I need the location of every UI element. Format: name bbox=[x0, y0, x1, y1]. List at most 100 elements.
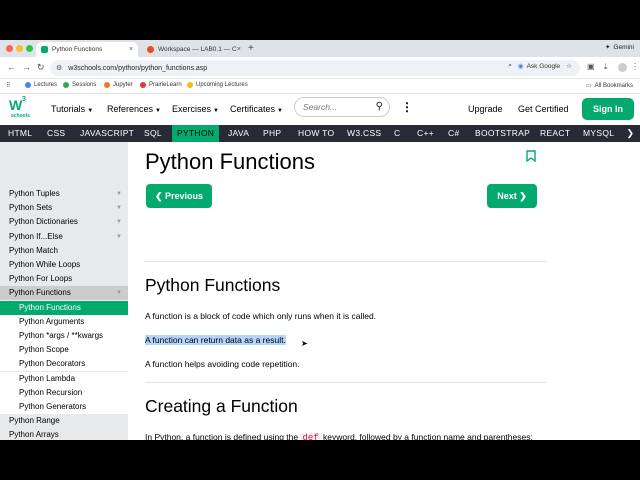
topnav-python[interactable]: PYTHON bbox=[172, 125, 220, 142]
sidebar-item[interactable]: Python Range bbox=[0, 414, 128, 428]
bookmark-star-icon[interactable]: ☆ bbox=[566, 62, 572, 70]
extensions-icon[interactable]: ▣ bbox=[587, 62, 595, 71]
nav-exercises[interactable]: Exercises ▼ bbox=[172, 104, 219, 114]
sidebar-item[interactable]: Python Scope bbox=[0, 343, 128, 358]
tab-strip: Python Functions × Workspace — LAB0.1 — … bbox=[0, 40, 640, 57]
sidebar-item-label: Python Sets bbox=[9, 203, 53, 213]
topnav-mysql[interactable]: MYSQL bbox=[583, 125, 614, 142]
sidebar-item[interactable]: Python If...Else ▼ bbox=[0, 230, 128, 244]
tab-python-functions[interactable]: Python Functions × bbox=[36, 42, 138, 57]
sidebar-item[interactable]: Python While Loops bbox=[0, 258, 128, 272]
sidebar-item[interactable]: Python Functions ▼ bbox=[0, 286, 128, 301]
sidebar-item[interactable]: Python Match bbox=[0, 244, 128, 258]
sign-in-button[interactable]: Sign In bbox=[582, 98, 634, 120]
search-icon[interactable]: ⚲ bbox=[376, 101, 383, 112]
section-title-creating: Creating a Function bbox=[145, 396, 298, 416]
sidebar-item-label: Python Arguments bbox=[19, 316, 85, 326]
sidebar-item[interactable]: Python Generators bbox=[0, 400, 128, 414]
sidebar-item[interactable]: Python Arguments bbox=[0, 314, 128, 329]
bookmark-upcoming-lectures[interactable]: Upcoming Lectures bbox=[187, 82, 248, 88]
expand-chevron-icon[interactable]: ▼ bbox=[116, 201, 122, 215]
address-bar[interactable]: ⚙ w3schools.com/python/python_functions.… bbox=[50, 60, 580, 76]
topnav-sql[interactable]: SQL bbox=[144, 125, 162, 142]
sidebar-item[interactable]: Python Recursion bbox=[0, 385, 128, 400]
topnav-javascript[interactable]: JAVASCRIPT bbox=[80, 125, 134, 142]
sidebar-item[interactable]: Python Functions bbox=[0, 300, 128, 315]
expand-chevron-icon[interactable]: ▼ bbox=[116, 215, 122, 229]
topnav-react[interactable]: REACT bbox=[540, 125, 570, 142]
bookmark-lectures[interactable]: Lectures bbox=[25, 82, 57, 88]
ask-google-button[interactable]: ◉ Ask Google bbox=[518, 62, 560, 71]
get-certified-link[interactable]: Get Certified bbox=[518, 104, 569, 114]
nav-certificates[interactable]: Certificates ▼ bbox=[230, 104, 283, 114]
def-keyword[interactable]: def bbox=[300, 433, 321, 440]
all-bookmarks[interactable]: ▭ All Bookmarks bbox=[586, 82, 633, 90]
topnav-css[interactable]: CSS bbox=[47, 125, 65, 142]
sidebar-item-label: Python *args / **kwargs bbox=[19, 331, 104, 340]
topnav-w3css[interactable]: W3.CSS bbox=[347, 125, 381, 142]
bookmark-icon[interactable] bbox=[526, 150, 536, 162]
sidebar-item[interactable]: Python Lambda bbox=[0, 371, 128, 386]
close-tab-icon[interactable]: × bbox=[237, 46, 241, 53]
close-window-button[interactable] bbox=[6, 45, 13, 52]
forward-arrow-icon[interactable]: → bbox=[22, 62, 31, 72]
caret-down-icon: ▼ bbox=[213, 108, 219, 114]
maximize-window-button[interactable] bbox=[26, 45, 33, 52]
expand-chevron-icon[interactable]: ▼ bbox=[116, 230, 122, 244]
sidebar-item[interactable]: Python Tuples ▼ bbox=[0, 187, 128, 201]
bookmark-label: Sessions bbox=[72, 82, 97, 88]
reload-icon[interactable]: ↻ bbox=[37, 62, 45, 73]
sidebar-item[interactable]: Python Sets ▼ bbox=[0, 201, 128, 215]
nav-tutorials[interactable]: Tutorials ▼ bbox=[51, 104, 93, 114]
divider bbox=[145, 261, 547, 262]
paragraph-definition: A function is a block of code which only… bbox=[145, 311, 377, 321]
drive-icon bbox=[25, 82, 31, 88]
back-arrow-icon[interactable]: ← bbox=[7, 62, 16, 72]
w3schools-logo[interactable]: W 3 schools bbox=[9, 96, 31, 121]
bookmark-sessions[interactable]: Sessions bbox=[63, 82, 96, 88]
browser-window: Python Functions × Workspace — LAB0.1 — … bbox=[0, 40, 640, 440]
tab-workspace[interactable]: Workspace — LAB0.1 — CS 1... × bbox=[142, 42, 246, 57]
topnav-cpp[interactable]: C++ bbox=[417, 125, 434, 142]
next-button[interactable]: Next ❯ bbox=[487, 184, 537, 208]
profile-avatar-icon[interactable] bbox=[618, 63, 627, 72]
nav-references[interactable]: References ▼ bbox=[107, 104, 161, 114]
minimize-window-button[interactable] bbox=[16, 45, 23, 52]
prairielearn-icon bbox=[140, 82, 146, 88]
apps-grid-icon[interactable]: ⠿ bbox=[6, 82, 10, 89]
expand-chevron-icon[interactable]: ▼ bbox=[116, 187, 122, 201]
topnav-csharp[interactable]: C# bbox=[448, 125, 459, 142]
search-input[interactable]: Search... ⚲ bbox=[294, 97, 390, 117]
previous-button[interactable]: ❮ Previous bbox=[146, 184, 212, 208]
topnav-c[interactable]: C bbox=[394, 125, 400, 142]
caret-down-icon: ▼ bbox=[155, 108, 161, 114]
close-tab-icon[interactable]: × bbox=[129, 46, 133, 53]
scroll-right-icon[interactable]: ❯ bbox=[626, 125, 634, 142]
menu-kebab-icon[interactable]: ⋮ bbox=[631, 62, 639, 71]
sidebar-item-label: Python Match bbox=[9, 245, 58, 255]
new-tab-button[interactable]: + bbox=[248, 43, 254, 54]
downloads-icon[interactable]: ⤓ bbox=[604, 62, 608, 72]
topnav-bootstrap[interactable]: BOOTSTRAP bbox=[475, 125, 530, 142]
sidebar-item-label: Python Tuples bbox=[9, 189, 60, 198]
sidebar-item[interactable]: Python For Loops bbox=[0, 272, 128, 286]
topnav-java[interactable]: JAVA bbox=[228, 125, 249, 142]
sidebar-item[interactable]: Python Decorators bbox=[0, 357, 128, 372]
bookmark-prairielearn[interactable]: PrairieLearn bbox=[140, 82, 182, 88]
upgrade-link[interactable]: Upgrade bbox=[468, 104, 503, 114]
search-placeholder: Search... bbox=[303, 102, 338, 112]
sidebar-item[interactable]: Python *args / **kwargs bbox=[0, 329, 128, 343]
gemini-button[interactable]: ✦ Gemini bbox=[605, 43, 634, 52]
drive-icon bbox=[63, 82, 69, 88]
sidebar-item[interactable]: Python Arrays bbox=[0, 428, 128, 440]
topnav-howto[interactable]: HOW TO bbox=[298, 125, 334, 142]
expand-chevron-icon[interactable]: ▼ bbox=[116, 286, 122, 300]
topnav-html[interactable]: HTML bbox=[8, 125, 32, 142]
sidebar-item-label: Python Lambda bbox=[19, 373, 76, 383]
more-options-icon[interactable]: ⋮ bbox=[401, 100, 413, 114]
bookmark-jupyter[interactable]: Jupyter bbox=[104, 82, 133, 88]
topnav-php[interactable]: PHP bbox=[263, 125, 281, 142]
sidebar-item[interactable]: Python Dictionaries ▼ bbox=[0, 215, 128, 229]
zoom-icon[interactable]: ⌕ bbox=[508, 62, 512, 70]
site-info-icon[interactable]: ⚙ bbox=[56, 64, 62, 72]
